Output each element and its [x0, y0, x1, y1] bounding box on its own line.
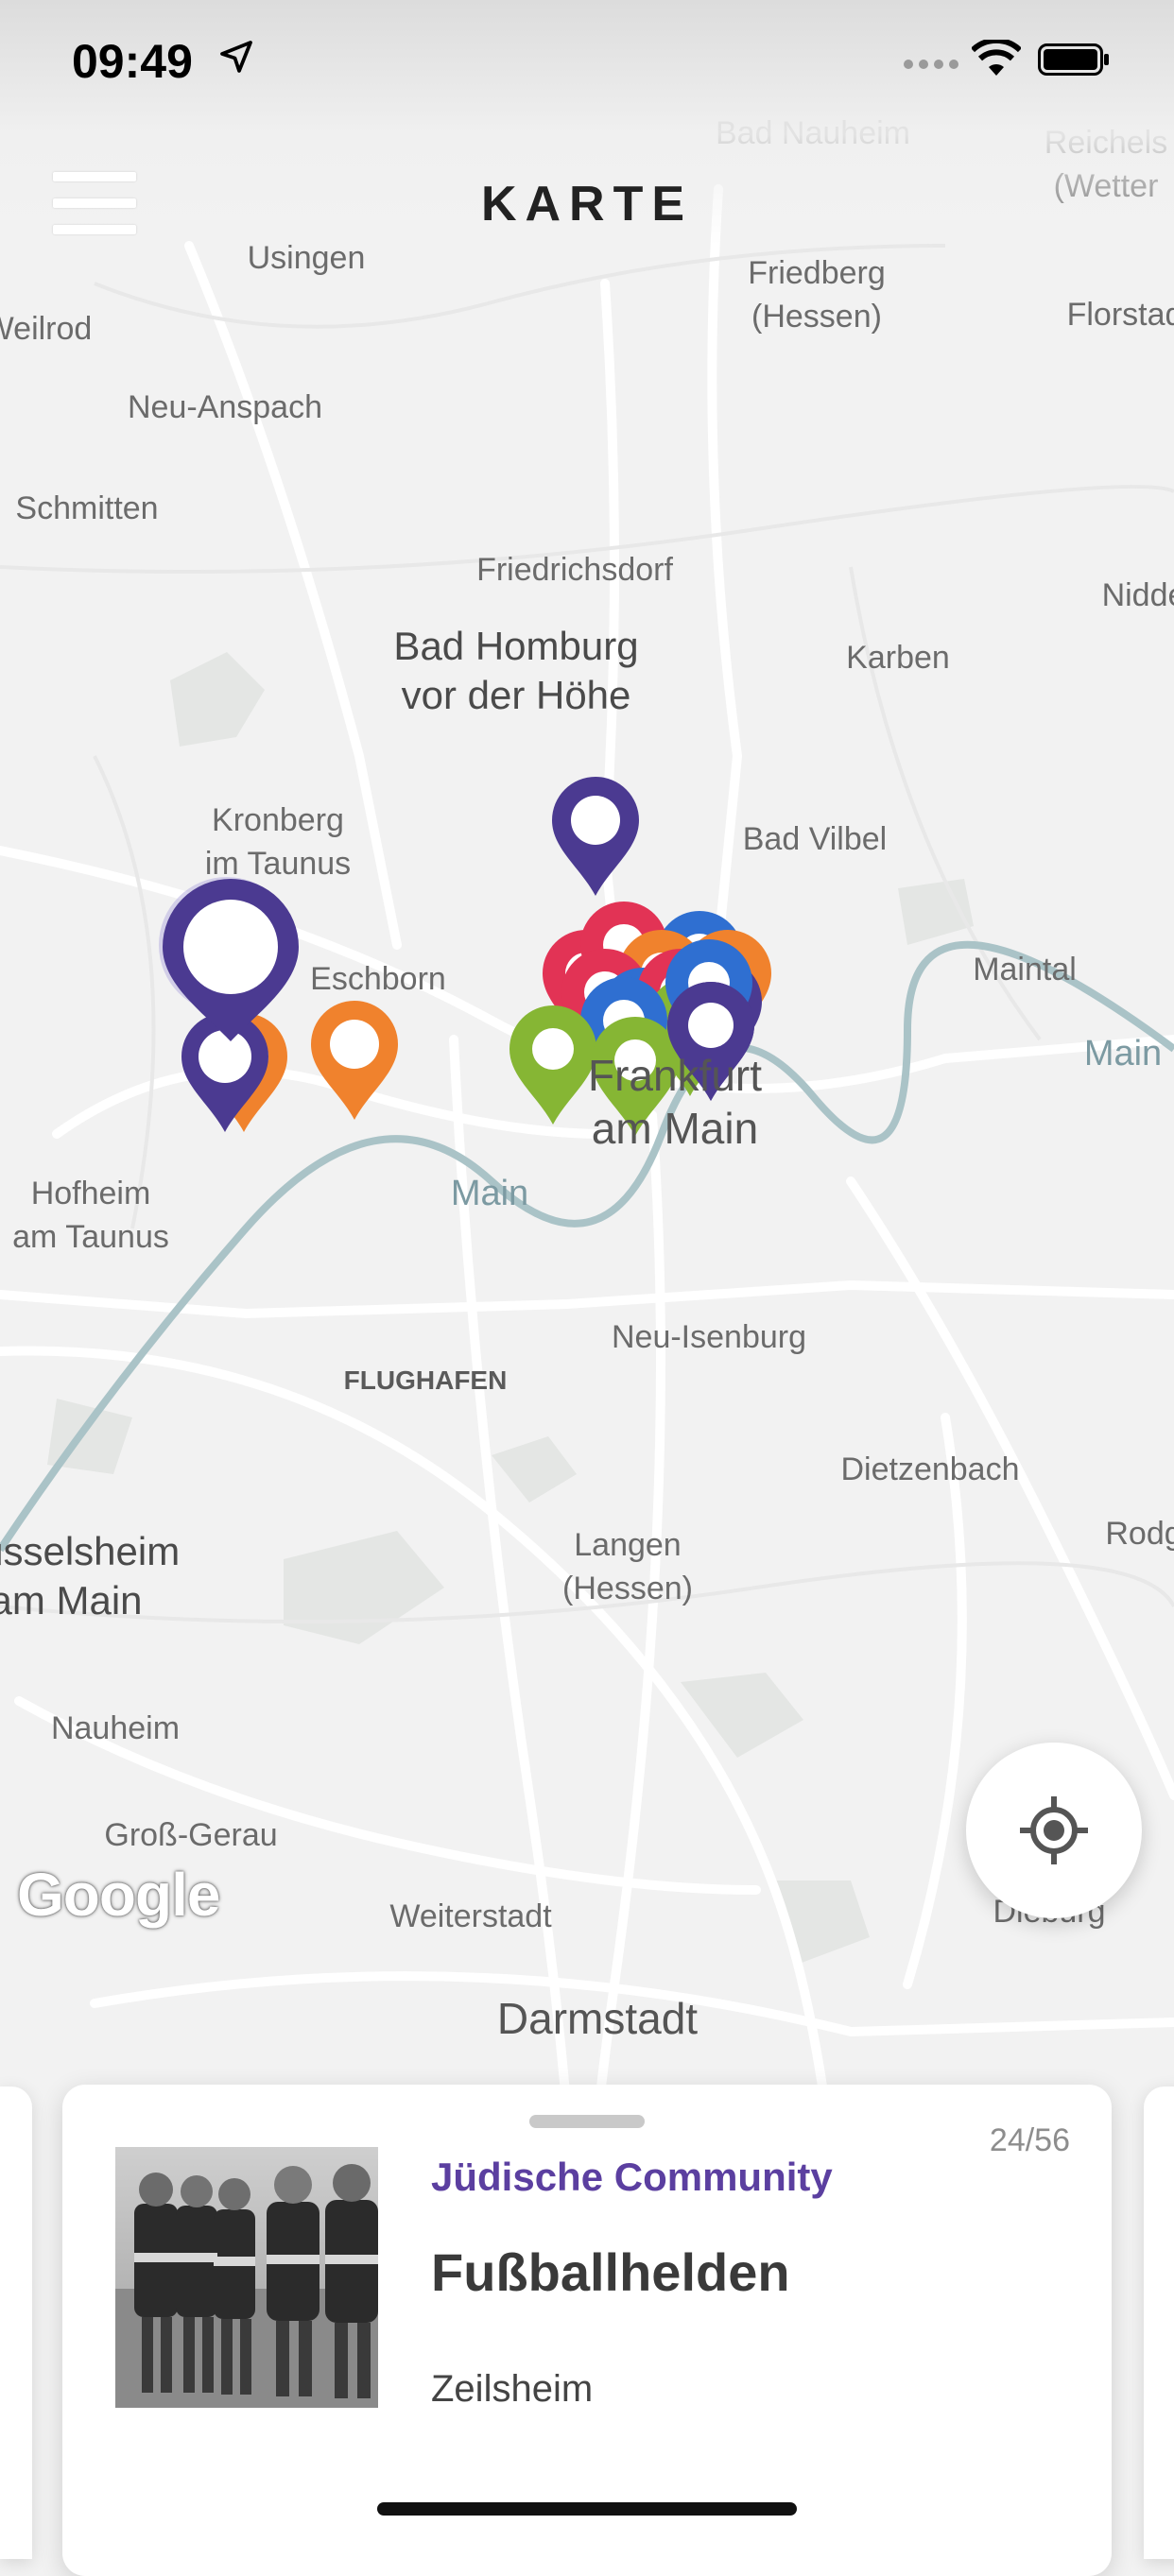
map-place-label: Karben — [846, 640, 950, 676]
battery-icon — [1038, 43, 1109, 76]
story-category: Jüdische Community — [431, 2155, 833, 2199]
story-title: Fußballhelden — [431, 2242, 790, 2302]
google-logo: Google — [17, 1861, 220, 1929]
map-place-label: Maintal — [973, 952, 1077, 987]
cellular-signal-icon — [904, 60, 958, 69]
map-place-label: Eschborn — [310, 961, 446, 997]
map-place-label: Rodg — [1105, 1516, 1174, 1552]
map-place-label: Hofheim am Taunus — [12, 1176, 169, 1255]
map-place-label: Nauheim — [50, 1710, 181, 1746]
map-place-label: Florstad — [1066, 297, 1174, 333]
map-place-label: Rüsselsheim am Main — [0, 1529, 181, 1623]
home-indicator[interactable] — [377, 2502, 797, 2516]
map-place-label: Kronberg im Taunus — [204, 802, 352, 882]
previous-card[interactable] — [0, 2087, 32, 2559]
page-title: KARTE — [480, 177, 694, 232]
my-location-button[interactable] — [966, 1743, 1142, 1918]
status-bar: 09:49 — [0, 0, 1174, 123]
map-place-label: Main — [1083, 1034, 1163, 1073]
story-thumbnail — [115, 2147, 378, 2408]
map-place-label: Nidde — [1101, 577, 1174, 613]
map-place-label: Dietzenbach — [840, 1451, 1020, 1487]
map-place-label: Langen (Hessen) — [562, 1527, 693, 1606]
map-place-label: Friedrichsdorf — [476, 552, 673, 588]
map-place-label: Weiterstadt — [389, 1898, 552, 1934]
map-place-label: Neu-Isenburg — [611, 1319, 807, 1355]
map-place-label: FLUGHAFEN — [343, 1365, 508, 1395]
map-place-label: Neu-Anspach — [127, 389, 323, 425]
map-place-label: Schmitten — [15, 490, 159, 526]
map-place-label: Bad Homburg vor der Höhe — [393, 624, 639, 717]
map-place-label: Main — [450, 1174, 529, 1213]
story-location: Zeilsheim — [431, 2368, 594, 2410]
map-place-label: Bad Vilbel — [742, 821, 888, 857]
card-counter: 24/56 — [989, 2122, 1070, 2158]
map-place-label: Frankfurt am Main — [587, 1051, 763, 1153]
map-place-label: Darmstadt — [496, 1994, 699, 2043]
drag-handle[interactable] — [529, 2115, 645, 2128]
location-arrow-icon — [220, 41, 252, 73]
map-place-label: Groß-Gerau — [104, 1817, 278, 1853]
next-card[interactable] — [1144, 2087, 1174, 2559]
status-time: 09:49 — [72, 35, 193, 88]
map-place-label: Weilrod — [0, 311, 93, 347]
wifi-icon — [972, 40, 1021, 76]
crosshair-icon — [1020, 1796, 1088, 1864]
map-place-label: Friedberg (Hessen) — [748, 255, 886, 335]
